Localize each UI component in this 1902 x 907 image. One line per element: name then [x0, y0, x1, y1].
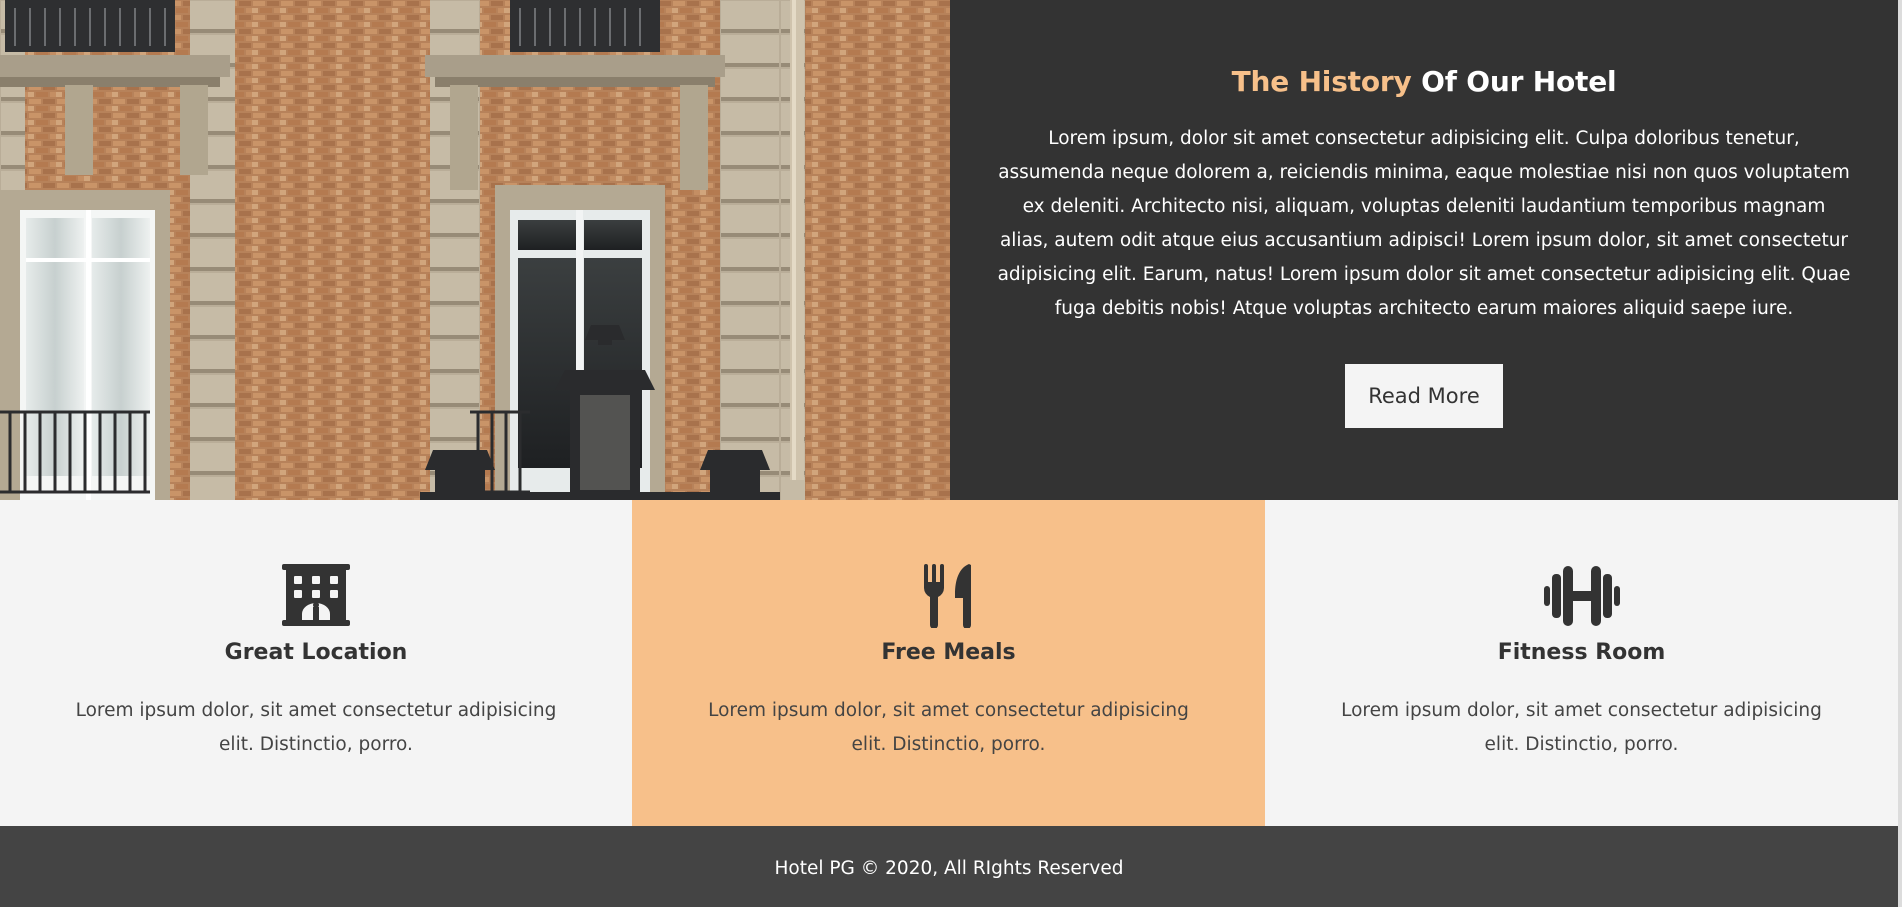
utensils-icon: [909, 564, 989, 628]
read-more-button[interactable]: Read More: [1345, 364, 1503, 428]
history-text-panel: The History Of Our Hotel Lorem ipsum, do…: [950, 0, 1898, 500]
feature-description: Lorem ipsum dolor, sit amet consectetur …: [708, 700, 1189, 755]
feature-title: Fitness Room: [1497, 640, 1666, 665]
feature-free-meals: Free Meals Lorem ipsum dolor, sit amet c…: [632, 500, 1265, 826]
feature-description: Lorem ipsum dolor, sit amet consectetur …: [1341, 700, 1822, 755]
dumbbell-icon: [1542, 564, 1622, 628]
scrollbar[interactable]: [1898, 0, 1902, 907]
feature-title: Great Location: [224, 640, 408, 665]
features-section: Great Location Lorem ipsum dolor, sit am…: [0, 500, 1898, 826]
hotel-building-icon: [276, 564, 356, 628]
page: The History Of Our Hotel Lorem ipsum, do…: [0, 0, 1902, 907]
footer: Hotel PG © 2020, All RIghts Reserved: [0, 826, 1898, 907]
hotel-facade-image: [0, 0, 950, 500]
feature-great-location: Great Location Lorem ipsum dolor, sit am…: [0, 500, 632, 826]
history-title-accent: The History: [1231, 65, 1412, 98]
history-description: Lorem ipsum, dolor sit amet consectetur …: [997, 128, 1851, 319]
history-section: The History Of Our Hotel Lorem ipsum, do…: [0, 0, 1898, 500]
footer-copyright: Hotel PG © 2020, All RIghts Reserved: [774, 858, 1124, 879]
history-title: The History Of Our Hotel: [996, 64, 1852, 100]
feature-description: Lorem ipsum dolor, sit amet consectetur …: [75, 700, 557, 755]
history-title-rest: Of Our Hotel: [1421, 65, 1617, 98]
feature-title: Free Meals: [881, 640, 1016, 665]
feature-fitness-room: Fitness Room Lorem ipsum dolor, sit amet…: [1265, 500, 1898, 826]
